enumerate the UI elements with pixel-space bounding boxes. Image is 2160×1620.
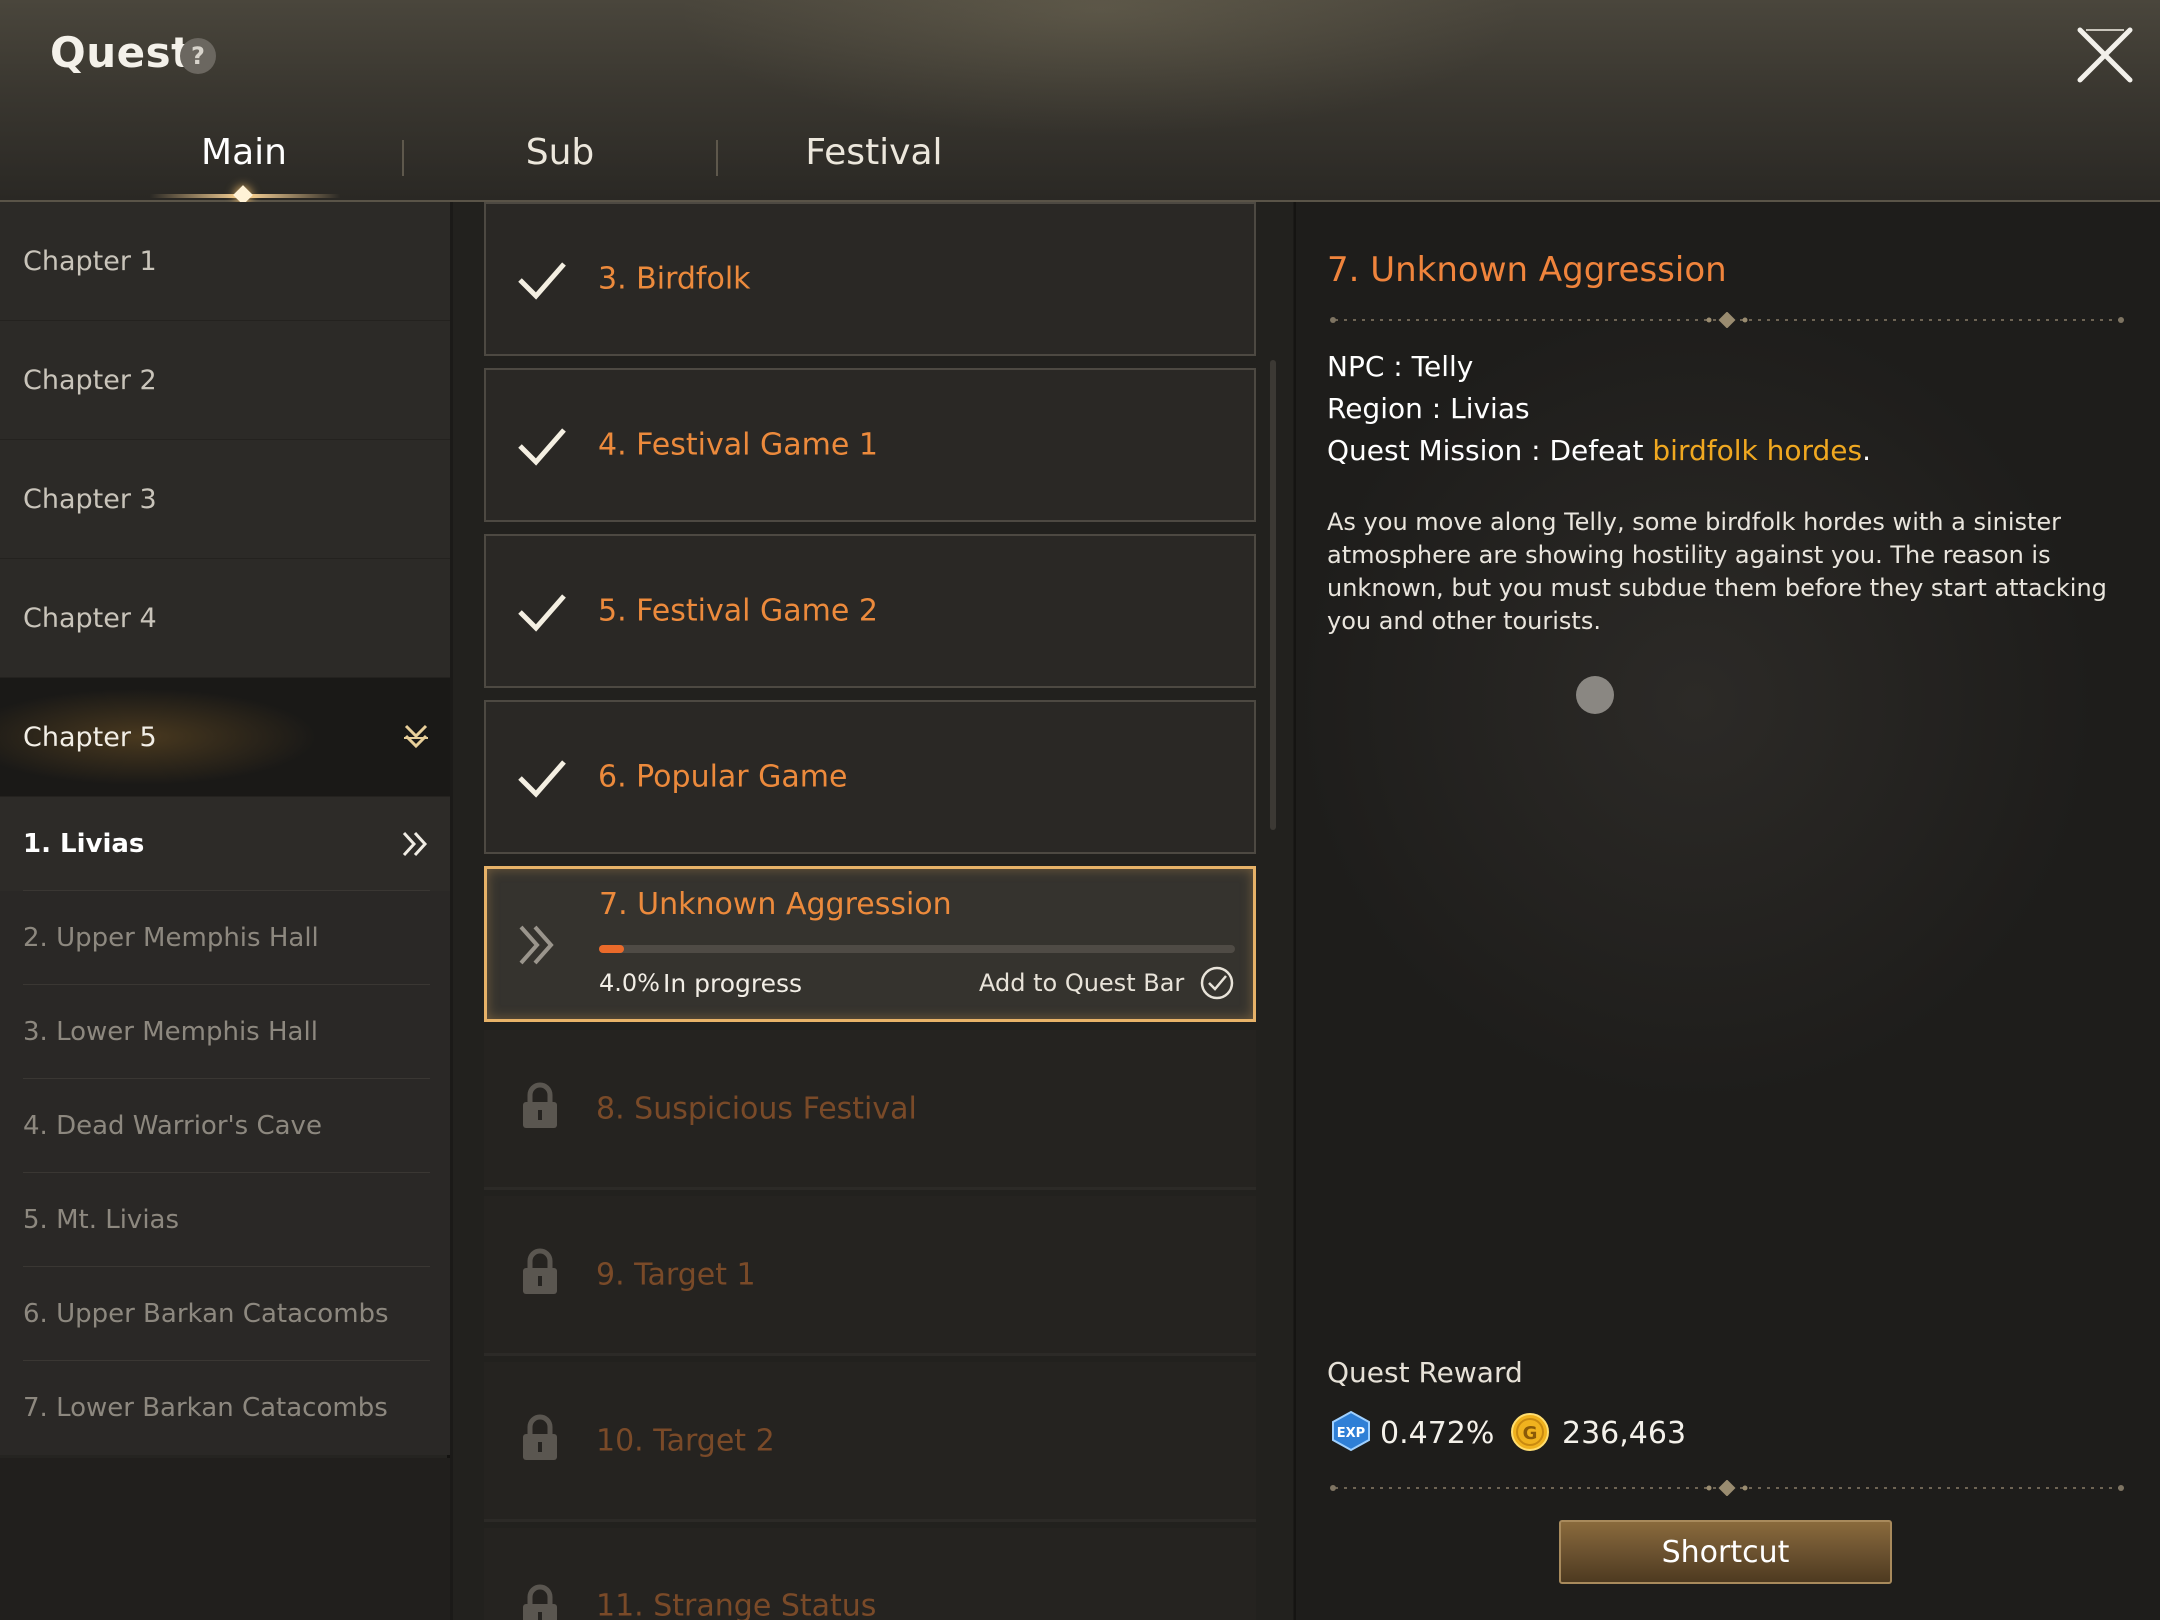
sidebar-item-chapter-2[interactable]: Chapter 2 (0, 321, 450, 440)
sidebar-subitem-mt-livias[interactable]: 5. Mt. Livias (0, 1173, 450, 1267)
tab-festival[interactable]: Festival (754, 132, 994, 173)
detail-mission: Quest Mission : Defeat birdfolk hordes. (1327, 434, 1871, 467)
svg-text:EXP: EXP (1337, 1426, 1365, 1441)
svg-text:G: G (1523, 1423, 1538, 1444)
double-chevron-right-icon (519, 925, 554, 965)
shortcut-button[interactable]: Shortcut (1559, 1520, 1892, 1584)
chapter-label: Chapter 5 (23, 721, 157, 753)
ornament-divider (1330, 1480, 2124, 1496)
quest-card-locked[interactable]: 8. Suspicious Festival (484, 1030, 1256, 1190)
sidebar-subitem-lower-barkan-catacombs[interactable]: 7. Lower Barkan Catacombs (0, 1361, 450, 1455)
mission-prefix: Quest Mission : Defeat (1327, 434, 1653, 467)
quest-title: 3. Birdfolk (598, 261, 751, 297)
quest-title: 8. Suspicious Festival (596, 1091, 917, 1126)
checkmark-icon (518, 262, 566, 300)
tab-sub[interactable]: Sub (440, 132, 680, 173)
subitem-label: 2. Upper Memphis Hall (23, 923, 319, 953)
tab-divider (716, 140, 718, 176)
ornament-divider (1330, 312, 2124, 328)
quest-card-completed[interactable]: 4. Festival Game 1 (484, 368, 1256, 522)
sidebar-item-chapter-4[interactable]: Chapter 4 (0, 559, 450, 678)
quest-title: 10. Target 2 (596, 1423, 775, 1458)
quest-card-completed[interactable]: 3. Birdfolk (484, 202, 1256, 356)
exp-reward-value: 0.472% (1380, 1416, 1495, 1451)
quest-title: 11. Strange Status (596, 1588, 877, 1620)
sidebar-subitem-livias[interactable]: 1. Livias (0, 797, 450, 891)
quest-list-scrollbar[interactable] (1270, 360, 1276, 830)
lock-icon (523, 1414, 557, 1460)
quest-reward-label: Quest Reward (1327, 1356, 1523, 1389)
chapter-label: Chapter 2 (23, 364, 157, 396)
tab-divider (402, 140, 404, 176)
detail-npc: NPC : Telly (1327, 350, 1474, 383)
quest-title: 9. Target 1 (596, 1257, 756, 1292)
sidebar-item-chapter-1[interactable]: Chapter 1 (0, 202, 450, 321)
quest-title: 6. Popular Game (598, 759, 848, 795)
quest-card-locked[interactable]: 9. Target 1 (484, 1196, 1256, 1356)
exp-icon: EXP (1332, 1410, 1370, 1452)
checkmark-icon (518, 594, 566, 632)
subitem-label: 6. Upper Barkan Catacombs (23, 1299, 389, 1329)
quest-card-completed[interactable]: 6. Popular Game (484, 700, 1256, 854)
checkmark-icon (518, 428, 566, 466)
progress-percent: 4.0% (599, 969, 660, 997)
chapter-label: Chapter 3 (23, 483, 157, 515)
touch-cursor-indicator (1576, 676, 1614, 714)
quest-card-current[interactable]: 7. Unknown Aggression 4.0% In progress A… (484, 866, 1256, 1022)
help-icon[interactable]: ? (180, 38, 216, 74)
lock-icon (523, 1584, 557, 1620)
sidebar-item-chapter-5[interactable]: Chapter 5 (0, 678, 450, 797)
sidebar-empty-area (0, 1458, 450, 1620)
lock-icon (523, 1248, 557, 1294)
detail-region: Region : Livias (1327, 392, 1530, 425)
page-title: Quest (50, 28, 192, 77)
quest-progress-fill (599, 945, 625, 953)
lock-icon (523, 1082, 557, 1128)
chapter-label: Chapter 1 (23, 245, 157, 277)
tab-main[interactable]: Main (124, 132, 364, 173)
gold-coin-icon: G (1511, 1413, 1549, 1451)
progress-status: In progress (663, 969, 803, 998)
subitem-label: 1. Livias (23, 829, 145, 859)
sidebar-subitem-upper-memphis-hall[interactable]: 2. Upper Memphis Hall (0, 891, 450, 985)
detail-description: As you move along Telly, some birdfolk h… (1327, 508, 2107, 635)
chevron-down-icon[interactable] (398, 718, 434, 754)
quest-title: 5. Festival Game 2 (598, 593, 878, 629)
add-to-quest-bar-checkbox-icon[interactable] (1199, 965, 1235, 1001)
sidebar-item-chapter-3[interactable]: Chapter 3 (0, 440, 450, 559)
quest-title: 7. Unknown Aggression (599, 887, 952, 922)
add-to-quest-bar-label[interactable]: Add to Quest Bar (979, 969, 1184, 997)
subitem-label: 5. Mt. Livias (23, 1205, 180, 1235)
double-chevron-right-icon (402, 831, 428, 857)
checkmark-icon (518, 760, 566, 798)
quest-card-locked[interactable]: 11. Strange Status (484, 1528, 1256, 1620)
subitem-label: 7. Lower Barkan Catacombs (23, 1393, 388, 1423)
chapter-label: Chapter 4 (23, 602, 157, 634)
mission-suffix: . (1862, 434, 1872, 467)
subitem-label: 3. Lower Memphis Hall (23, 1017, 318, 1047)
sidebar-subitem-upper-barkan-catacombs[interactable]: 6. Upper Barkan Catacombs (0, 1267, 450, 1361)
close-icon[interactable] (2072, 22, 2138, 88)
gold-reward-value: 236,463 (1562, 1416, 1687, 1451)
header-bar: Quest ? Main Sub Festival (0, 0, 2160, 205)
sidebar-subitem-dead-warriors-cave[interactable]: 4. Dead Warrior's Cave (0, 1079, 450, 1173)
subitem-label: 4. Dead Warrior's Cave (23, 1111, 322, 1141)
mission-target: birdfolk hordes (1652, 434, 1863, 467)
quest-progress-bar (599, 945, 1235, 953)
sidebar-subitem-lower-memphis-hall[interactable]: 3. Lower Memphis Hall (0, 985, 450, 1079)
quest-card-locked[interactable]: 10. Target 2 (484, 1362, 1256, 1522)
quest-card-completed[interactable]: 5. Festival Game 2 (484, 534, 1256, 688)
quest-title: 4. Festival Game 1 (598, 427, 878, 463)
detail-title: 7. Unknown Aggression (1327, 250, 1727, 290)
